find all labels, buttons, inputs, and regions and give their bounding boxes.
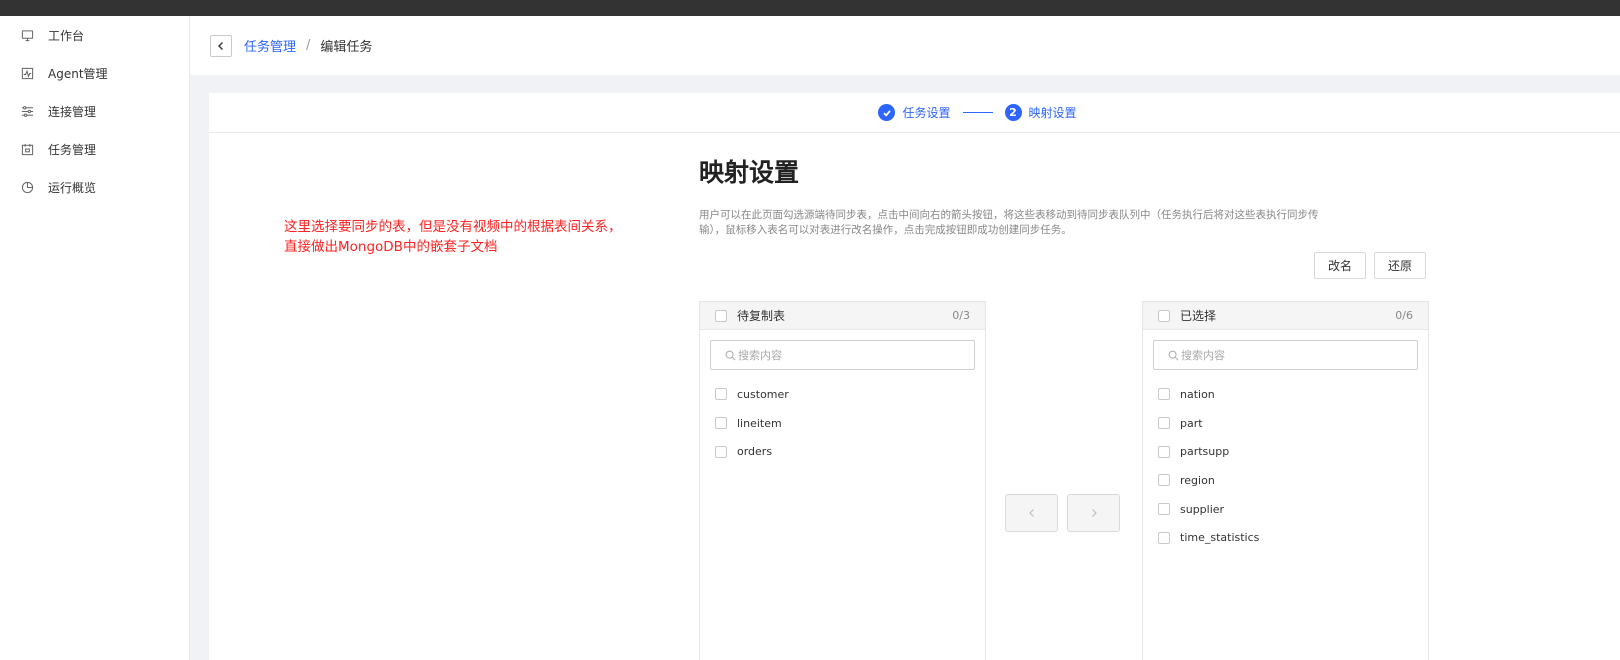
move-left-button[interactable]: [1005, 494, 1058, 532]
pie-chart-icon: [20, 180, 34, 194]
page-description: 用户可以在此页面勾选源端待同步表，点击中间向右的箭头按钮，将这些表移动到待同步表…: [699, 209, 1319, 236]
sidebar-item-label: 任务管理: [48, 142, 97, 157]
sidebar-item-workbench[interactable]: 工作台: [0, 16, 189, 54]
sliders-icon: [20, 104, 34, 118]
list-item[interactable]: orders: [700, 437, 985, 466]
steps-bar: 任务设置 2 映射设置: [209, 93, 1620, 133]
annotation-line: 直接做出MongoDB中的嵌套子文档: [284, 239, 498, 255]
step-number: 2: [1004, 104, 1022, 121]
breadcrumb-current: 编辑任务: [320, 40, 373, 55]
search-box: [710, 340, 975, 370]
list-item[interactable]: supplier: [1143, 495, 1428, 524]
restore-button[interactable]: 还原: [1374, 252, 1426, 279]
chevron-left-icon: [218, 41, 223, 50]
breadcrumb-task-management[interactable]: 任务管理: [244, 36, 296, 55]
step-label: 映射设置: [1028, 106, 1077, 120]
sidebar-item-tasks[interactable]: 任务管理: [0, 130, 189, 168]
search-input[interactable]: [1181, 348, 1401, 362]
panel-header: 已选择 0/6: [1143, 302, 1428, 330]
top-bar: [0, 0, 1620, 16]
annotation-line: 这里选择要同步的表，但是没有视频中的根据表间关系，: [284, 219, 622, 235]
item-checkbox[interactable]: [1158, 531, 1170, 544]
sidebar: 工作台 Agent管理 连接管理 任务管理 运行概览: [0, 16, 190, 660]
red-annotation: 这里选择要同步的表，但是没有视频中的根据表间关系， 直接做出MongoDB中的嵌…: [284, 217, 664, 257]
item-checkbox[interactable]: [1158, 417, 1170, 430]
activity-icon: [20, 66, 34, 80]
list-item[interactable]: lineitem: [700, 409, 985, 438]
search-input[interactable]: [738, 348, 958, 362]
chevron-left-icon: [1028, 509, 1034, 517]
item-checkbox[interactable]: [1158, 388, 1170, 401]
item-label: customer: [737, 387, 789, 401]
item-label: orders: [737, 445, 773, 459]
rename-button[interactable]: 改名: [1314, 252, 1366, 279]
source-table-panel: 待复制表 0/3 customer lineitem orders: [699, 301, 986, 660]
item-label: part: [1180, 416, 1203, 430]
item-checkbox[interactable]: [715, 388, 727, 401]
page-title: 映射设置: [699, 158, 800, 187]
search-icon: [1168, 350, 1179, 360]
item-checkbox[interactable]: [1158, 503, 1170, 516]
panel-header: 待复制表 0/3: [700, 302, 985, 330]
breadcrumb-separator: /: [306, 38, 311, 53]
item-label: nation: [1180, 387, 1215, 401]
step-label: 任务设置: [902, 106, 951, 120]
sidebar-item-connections[interactable]: 连接管理: [0, 92, 189, 130]
sidebar-item-label: 工作台: [48, 28, 85, 43]
search-box: [1153, 340, 1418, 370]
list-item[interactable]: customer: [700, 380, 985, 409]
item-checkbox[interactable]: [1158, 474, 1170, 487]
step-connector: [962, 112, 993, 113]
sidebar-item-label: Agent管理: [48, 66, 108, 81]
item-checkbox[interactable]: [715, 445, 727, 458]
list-item[interactable]: partsupp: [1143, 437, 1428, 466]
check-icon: [878, 104, 896, 121]
panel-title: 待复制表: [737, 309, 786, 323]
sidebar-item-label: 连接管理: [48, 104, 97, 119]
selected-table-panel: 已选择 0/6 nation part partsupp region supp…: [1142, 301, 1429, 660]
list-item[interactable]: part: [1143, 409, 1428, 438]
item-label: time_statistics: [1180, 531, 1260, 545]
list-item[interactable]: nation: [1143, 380, 1428, 409]
sidebar-item-agent[interactable]: Agent管理: [0, 54, 189, 92]
item-label: region: [1180, 473, 1215, 487]
sidebar-item-label: 运行概览: [48, 180, 97, 195]
item-label: supplier: [1180, 502, 1225, 516]
selection-count: 0/6: [1395, 309, 1413, 322]
list-item[interactable]: time_statistics: [1143, 523, 1428, 552]
page-header: 任务管理 / 编辑任务: [190, 16, 1620, 75]
select-all-checkbox[interactable]: [715, 309, 727, 322]
panel-title: 已选择: [1180, 309, 1217, 323]
selection-count: 0/3: [952, 309, 970, 322]
main-content: 任务设置 2 映射设置 这里选择要同步的表，但是没有视频中的根据表间关系， 直接…: [209, 93, 1620, 660]
item-label: lineitem: [737, 416, 782, 430]
list-item[interactable]: region: [1143, 466, 1428, 495]
sidebar-item-overview[interactable]: 运行概览: [0, 168, 189, 206]
item-checkbox[interactable]: [715, 417, 727, 430]
step-mapping-settings[interactable]: 2 映射设置: [1004, 104, 1077, 121]
move-right-button[interactable]: [1067, 494, 1120, 532]
monitor-icon: [20, 28, 34, 42]
calendar-icon: [20, 142, 34, 156]
select-all-checkbox[interactable]: [1158, 309, 1170, 322]
step-task-settings[interactable]: 任务设置: [878, 104, 951, 121]
chevron-right-icon: [1091, 509, 1097, 517]
search-icon: [725, 350, 736, 360]
item-checkbox[interactable]: [1158, 445, 1170, 458]
back-button[interactable]: [210, 34, 232, 57]
item-label: partsupp: [1180, 445, 1230, 459]
